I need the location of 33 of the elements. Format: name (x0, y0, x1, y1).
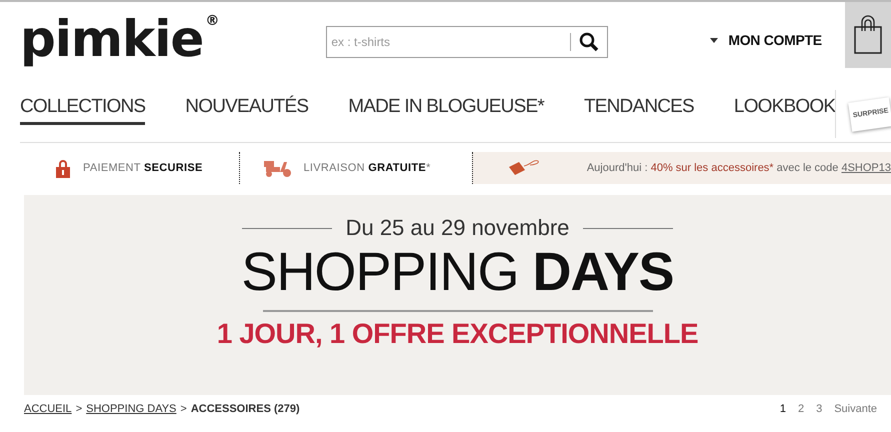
nav-tab[interactable]: NOUVEAUTÉS (185, 88, 308, 125)
page-link[interactable]: 2 (798, 403, 804, 415)
promo-code-link[interactable]: 4SHOP13 (841, 162, 891, 174)
info-text: LIVRAISON GRATUITE* (304, 162, 431, 174)
nav-tab[interactable]: COLLECTIONS (20, 88, 146, 125)
promo-text: Aujourd'hui : 40% sur les accessoires* avec le code 4SHOP13 (586, 162, 891, 174)
banner-subtitle: 1 JOUR, 1 OFFRE EXCEPTIONNELLE (216, 318, 698, 350)
breadcrumb-link[interactable]: SHOPPING DAYS (86, 403, 176, 415)
promo-banner[interactable]: Du 25 au 29 novembre SHOPPING DAYS 1 JOUR, 1 OFFRE EXCEPTIONNELLE (24, 195, 891, 395)
breadcrumb-current: ACCESSOIRES (279) (190, 403, 300, 415)
search-field[interactable]: ex : t-shirts (326, 26, 608, 58)
breadcrumb-separator: > (76, 403, 82, 415)
search-icon (579, 32, 600, 52)
account-menu[interactable]: MON COMPTE (710, 32, 822, 48)
nav-tab[interactable]: MADE IN BLOGUEUSE* (348, 88, 544, 125)
registered-mark: ® (205, 14, 218, 28)
page-link[interactable]: Suivante (834, 403, 877, 415)
banner-dates: Du 25 au 29 novembre (346, 215, 570, 241)
scooter-icon (264, 159, 292, 177)
info-text: PAIEMENT SECURISE (83, 162, 203, 174)
banner-title: SHOPPING DAYS (241, 243, 674, 302)
cart-button[interactable] (845, 2, 891, 68)
page-link[interactable]: 1 (780, 403, 786, 415)
price-tag-icon (506, 159, 541, 177)
logo[interactable]: pimkie® (20, 14, 218, 64)
breadcrumb-separator: > (180, 403, 187, 415)
shopping-bag-icon (853, 15, 883, 55)
nav-tab[interactable]: LOOKBOOK (734, 88, 836, 125)
breadcrumb-link[interactable]: ACCUEIL (24, 403, 72, 415)
padlock-icon (55, 158, 71, 178)
nav-tab[interactable]: TENDANCES (584, 88, 694, 125)
page-link[interactable]: 3 (816, 403, 822, 415)
caret-icon (710, 38, 718, 42)
